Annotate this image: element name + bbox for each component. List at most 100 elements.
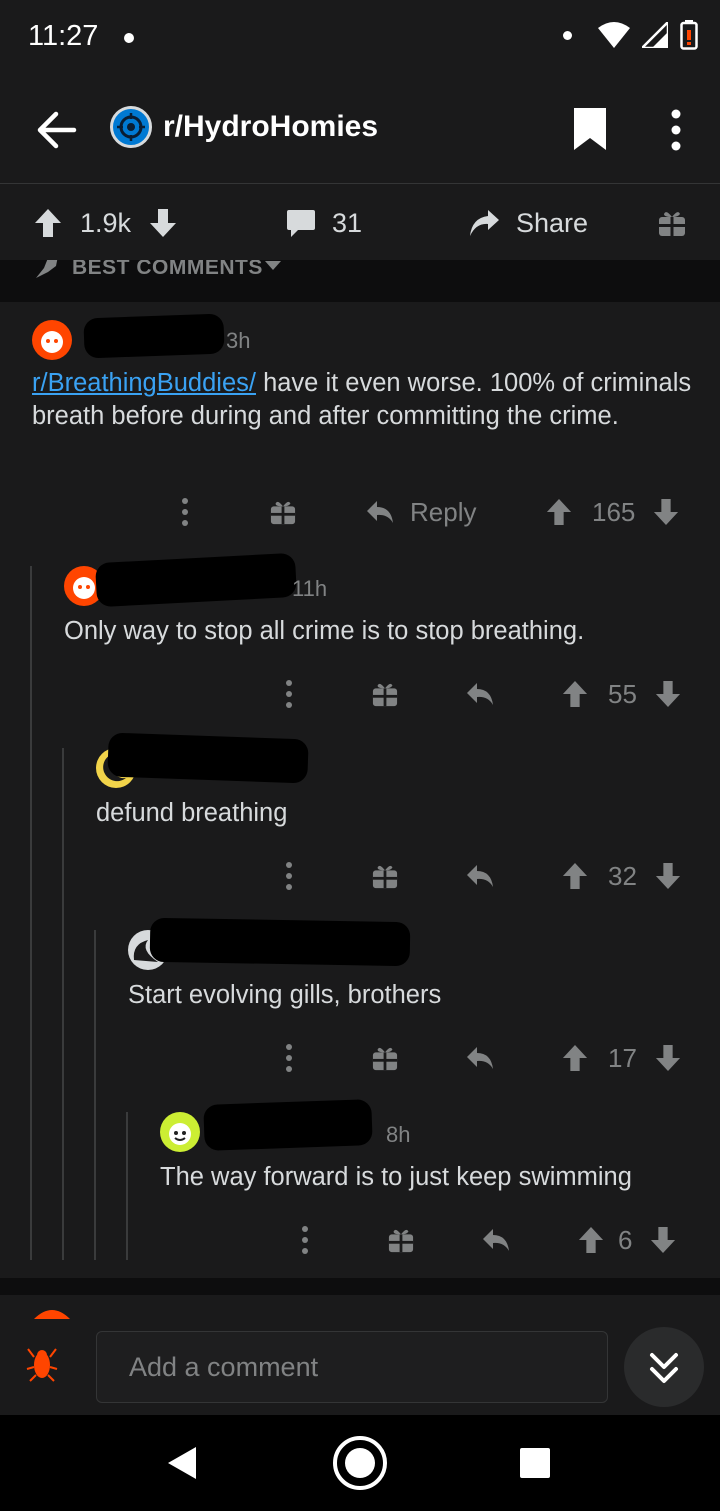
downvote-icon[interactable] bbox=[149, 208, 177, 238]
system-nav-bar bbox=[0, 1415, 720, 1511]
comment-thread: 3h r/BreathingBuddies/ have it even wors… bbox=[0, 302, 720, 1278]
reply-icon bbox=[467, 865, 493, 887]
comment-body: Only way to stop all crime is to stop br… bbox=[64, 617, 585, 645]
reply-icon bbox=[367, 501, 393, 523]
comment-score: 165 bbox=[592, 496, 636, 527]
comment-actions: 6 bbox=[0, 1220, 720, 1260]
comment: 11h Only way to stop all crime is to sto… bbox=[0, 552, 720, 732]
downvote-icon[interactable] bbox=[655, 862, 681, 890]
comment-award-button[interactable] bbox=[270, 492, 296, 532]
rocket-icon bbox=[36, 260, 58, 278]
double-chevron-down-icon bbox=[650, 1353, 678, 1383]
upvote-icon[interactable] bbox=[34, 208, 62, 238]
reply-button[interactable] bbox=[466, 1038, 494, 1078]
subreddit-link[interactable]: r/BreathingBuddies/ bbox=[32, 369, 256, 397]
gift-icon bbox=[270, 501, 296, 525]
comment-award-button[interactable] bbox=[372, 674, 398, 714]
downvote-icon[interactable] bbox=[655, 680, 681, 708]
comment-more-button[interactable] bbox=[178, 492, 192, 532]
comment-award-button[interactable] bbox=[372, 1038, 398, 1078]
redacted-username bbox=[83, 313, 225, 359]
comment-vote-group: 165 bbox=[546, 492, 679, 532]
comment-body: defund breathing bbox=[96, 799, 288, 827]
reply-icon bbox=[467, 1047, 493, 1069]
share-icon bbox=[470, 210, 499, 236]
comment-score: 6 bbox=[618, 1224, 633, 1255]
subreddit-name[interactable]: r/HydroHomies bbox=[163, 110, 378, 144]
comment-vote-group: 55 bbox=[562, 674, 681, 714]
sort-bar[interactable]: BEST COMMENTS bbox=[0, 260, 720, 302]
status-time: 11:27 bbox=[28, 20, 99, 52]
gift-icon bbox=[659, 212, 685, 236]
upvote-icon[interactable] bbox=[562, 680, 588, 708]
more-options-icon bbox=[286, 1044, 292, 1072]
reply-button[interactable] bbox=[466, 856, 494, 896]
gift-icon bbox=[388, 1229, 414, 1253]
redacted-username bbox=[203, 1099, 373, 1151]
subreddit-icon[interactable] bbox=[110, 106, 152, 148]
signal-icon bbox=[642, 22, 668, 48]
gift-icon bbox=[372, 683, 398, 707]
nav-back-icon[interactable] bbox=[166, 1446, 198, 1480]
comments-count-button[interactable]: 31 bbox=[286, 205, 362, 241]
comment: 8h The way forward is to just keep swimm… bbox=[0, 1098, 720, 1278]
more-options-icon[interactable] bbox=[664, 108, 688, 152]
gift-icon bbox=[372, 865, 398, 889]
bookmark-icon[interactable] bbox=[570, 106, 610, 152]
post-vote-group: 1.9k bbox=[34, 205, 177, 241]
comment-more-button[interactable] bbox=[282, 674, 296, 714]
section-divider bbox=[0, 1278, 720, 1295]
comment-more-button[interactable] bbox=[282, 1038, 296, 1078]
comment-score: 17 bbox=[608, 1042, 637, 1073]
reply-label: Reply bbox=[410, 496, 477, 527]
comment-more-button[interactable] bbox=[282, 856, 296, 896]
notification-dot-icon bbox=[124, 33, 134, 43]
comment-score: 32 bbox=[608, 860, 637, 891]
jump-next-button[interactable] bbox=[624, 1327, 704, 1407]
comment-actions: 17 bbox=[0, 1038, 720, 1078]
downvote-icon[interactable] bbox=[655, 1044, 681, 1072]
upvote-icon[interactable] bbox=[578, 1226, 604, 1254]
nav-home-icon[interactable] bbox=[332, 1435, 388, 1491]
share-button[interactable]: Share bbox=[468, 205, 588, 241]
chevron-down-icon bbox=[265, 261, 281, 270]
user-avatar-icon[interactable] bbox=[26, 1343, 58, 1383]
comment-vote-group: 17 bbox=[562, 1038, 681, 1078]
avatar[interactable] bbox=[160, 1112, 200, 1152]
comment: 3h r/BreathingBuddies/ have it even wors… bbox=[0, 302, 720, 542]
nav-recents-icon[interactable] bbox=[520, 1448, 550, 1478]
reply-button[interactable]: Reply bbox=[366, 492, 476, 532]
comment-time: 8h bbox=[386, 1122, 411, 1147]
add-comment-input[interactable]: Add a comment bbox=[96, 1331, 608, 1403]
comment-award-button[interactable] bbox=[388, 1220, 414, 1260]
comment-actions: 32 bbox=[0, 856, 720, 896]
comment-more-button[interactable] bbox=[298, 1220, 312, 1260]
comment-award-button[interactable] bbox=[372, 856, 398, 896]
more-options-icon bbox=[286, 680, 292, 708]
upvote-icon[interactable] bbox=[546, 498, 572, 526]
app-header: r/HydroHomies bbox=[0, 76, 720, 184]
comment: defund breathing 32 bbox=[0, 732, 720, 914]
downvote-icon[interactable] bbox=[653, 498, 679, 526]
downvote-icon[interactable] bbox=[650, 1226, 676, 1254]
comment-bubble-icon bbox=[287, 210, 315, 237]
reply-button[interactable] bbox=[482, 1220, 510, 1260]
avatar[interactable] bbox=[32, 320, 72, 360]
comment: Start evolving gills, brothers 17 bbox=[0, 916, 720, 1096]
upvote-icon[interactable] bbox=[562, 1044, 588, 1072]
comment-vote-group: 32 bbox=[562, 856, 681, 896]
award-button[interactable] bbox=[658, 205, 686, 241]
more-options-icon bbox=[302, 1226, 308, 1254]
comment-actions: Reply 165 bbox=[0, 492, 720, 532]
comment-time: 11h bbox=[292, 576, 328, 601]
comment-composer-bar: Add a comment bbox=[0, 1295, 720, 1415]
status-bar: 11:27 bbox=[0, 0, 720, 76]
redacted-username bbox=[107, 732, 309, 784]
back-arrow-icon[interactable] bbox=[34, 108, 78, 152]
battery-icon bbox=[680, 20, 698, 50]
share-label: Share bbox=[516, 207, 589, 238]
comment-body: Start evolving gills, brothers bbox=[128, 981, 442, 1009]
comment-vote-group: 6 bbox=[578, 1220, 676, 1260]
reply-button[interactable] bbox=[466, 674, 494, 714]
upvote-icon[interactable] bbox=[562, 862, 588, 890]
